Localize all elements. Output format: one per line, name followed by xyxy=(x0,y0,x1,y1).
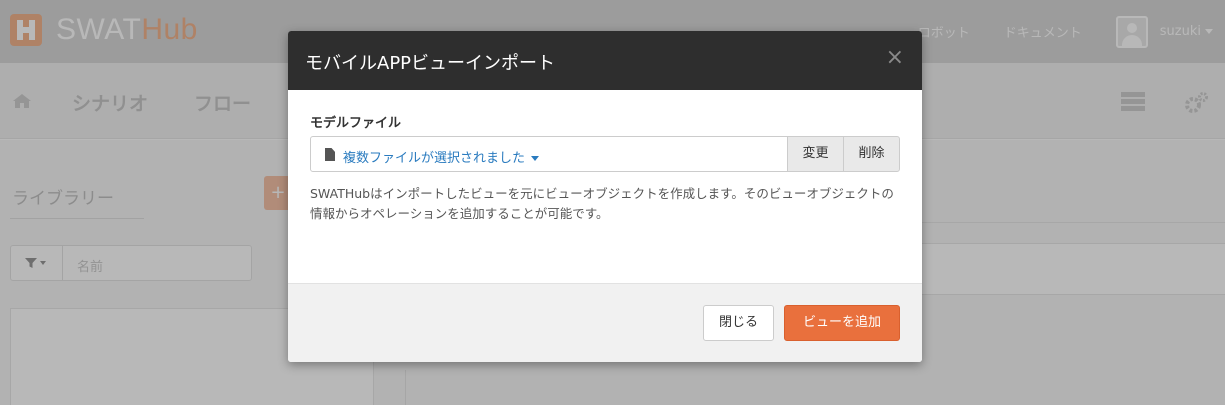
selected-files-dropdown[interactable]: 複数ファイルが選択されました xyxy=(343,147,540,166)
modal-header: モバイルAPPビューインポート × xyxy=(288,31,922,90)
close-button[interactable]: 閉じる xyxy=(703,305,774,341)
close-icon[interactable]: × xyxy=(886,45,904,71)
model-file-label: モデルファイル xyxy=(310,116,402,131)
file-icon xyxy=(325,148,335,161)
add-view-button[interactable]: ビューを追加 xyxy=(784,305,900,341)
selected-files-label: 複数ファイルが選択されました xyxy=(343,151,526,166)
modal-body: モデルファイル 複数ファイルが選択されました 変更 削除 SWATHubはインポ… xyxy=(288,90,922,283)
import-view-modal: モバイルAPPビューインポート × モデルファイル 複数ファイルが選択されました… xyxy=(288,31,922,362)
modal-title: モバイルAPPビューインポート xyxy=(305,53,556,74)
change-file-button[interactable]: 変更 xyxy=(787,136,844,172)
modal-footer: 閉じる ビューを追加 xyxy=(288,283,922,362)
help-text: SWATHubはインポートしたビューを元にビューオブジェクトを作成します。そのビ… xyxy=(310,186,894,221)
delete-file-button[interactable]: 削除 xyxy=(843,136,900,172)
chevron-down-icon xyxy=(531,156,540,161)
model-file-input[interactable]: 複数ファイルが選択されました xyxy=(310,136,788,172)
